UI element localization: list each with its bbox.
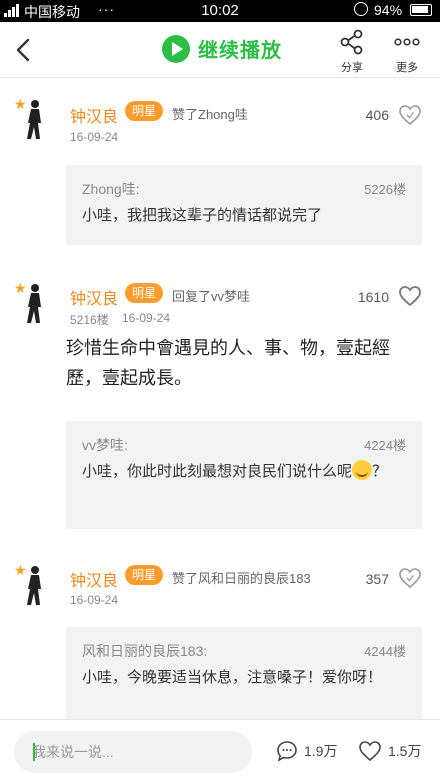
post-floor: 5216楼 (70, 313, 109, 327)
like-count: 406 (365, 107, 389, 123)
post-date: 16-09-24 (70, 593, 119, 607)
comment-input[interactable] (14, 731, 252, 773)
share-button[interactable]: 分享 (332, 28, 372, 75)
more-button[interactable]: 更多 (387, 28, 427, 75)
quote-text: 小哇，我把我这辈子的情话都说完了 (82, 207, 323, 224)
quote-author[interactable]: vv梦哇: (82, 435, 128, 455)
star-badge-icon: ★ (14, 96, 27, 112)
more-icon (394, 38, 420, 46)
quote-text: 小哇，你此时此刻最想对良民们说什么呢 (82, 463, 353, 480)
battery-icon (410, 4, 432, 16)
share-icon (340, 29, 363, 55)
action-text: 赞了风和日丽的良辰183 (172, 571, 311, 586)
quoted-comment[interactable]: vv梦哇: 4224楼 小哇，你此时此刻最想对良民们说什么呢 ？ (66, 421, 422, 529)
user-name[interactable]: 钟汉良 (70, 103, 118, 127)
text-cursor (33, 743, 35, 761)
star-badge-icon: ★ (14, 562, 27, 578)
heart-icon[interactable] (398, 567, 422, 589)
quote-floor: 4244楼 (364, 644, 406, 659)
chevron-left-icon[interactable] (12, 36, 36, 64)
quote-text: 小哇，今晚要适当休息，注意嗓子！爱你呀！ (82, 669, 383, 686)
celebrity-tag: 明星 (125, 101, 164, 121)
celebrity-tag: 明星 (125, 283, 164, 303)
heart-icon (359, 741, 381, 762)
comment-bubble-icon (277, 741, 297, 762)
quote-floor: 5226楼 (364, 182, 406, 197)
quoted-comment[interactable]: 风和日丽的良辰183: 4244楼 小哇，今晚要适当休息，注意嗓子！爱你呀！ (66, 627, 422, 719)
list-item: ★ 钟汉良 明星 赞了风和日丽的良辰183 16-09-24 357 风和日丽的… (0, 545, 440, 719)
bottom-bar: 1.9万 1.5万 (0, 719, 440, 782)
action-text: 回复了vv梦哇 (172, 289, 251, 304)
post-date: 16-09-24 (70, 130, 119, 144)
quote-text-container: 小哇，你此时此刻最想对良民们说什么呢 ？ (82, 459, 406, 485)
quoted-comment[interactable]: Zhong哇: 5226楼 小哇，我把我这辈子的情话都说完了 (66, 165, 422, 245)
continue-play-button[interactable]: 继续播放 (162, 34, 282, 63)
smile-emoji-icon (352, 460, 373, 480)
star-badge-icon: ★ (14, 280, 27, 296)
quote-author[interactable]: 风和日丽的良辰183: (82, 641, 207, 661)
like-count: 1610 (357, 289, 389, 305)
post-date: 16-09-24 (122, 311, 171, 325)
post-text: 珍惜生命中會遇見的人、事、物，壹起經歷，壹起成長。 (66, 338, 390, 388)
user-name[interactable]: 钟汉良 (70, 285, 118, 309)
like-total-count: 1.5万 (388, 743, 422, 759)
comment-count: 1.9万 (304, 743, 338, 759)
continue-play-label: 继续播放 (198, 40, 282, 62)
list-item: ★ 钟汉良 明星 赞了Zhong哇 16-09-24 406 Zhong哇: 5… (0, 79, 440, 259)
play-icon (162, 34, 190, 63)
avatar[interactable]: ★ (14, 281, 54, 325)
heart-icon[interactable] (398, 285, 422, 307)
list-item: ★ 钟汉良 明星 回复了vv梦哇 5216楼 16-09-24 1610 珍惜生… (0, 265, 440, 545)
share-label: 分享 (341, 62, 363, 74)
user-name[interactable]: 钟汉良 (70, 567, 118, 591)
battery-percent: 94% (374, 2, 403, 18)
alarm-icon (354, 2, 368, 16)
quote-text-tail: ？ (372, 463, 388, 480)
quote-floor: 4224楼 (364, 438, 406, 453)
comments-button[interactable]: 1.9万 (276, 740, 337, 762)
like-count: 357 (365, 571, 389, 587)
celebrity-tag: 明星 (125, 565, 164, 585)
avatar[interactable]: ★ (14, 97, 54, 141)
activity-feed[interactable]: ★ 钟汉良 明星 赞了Zhong哇 16-09-24 406 Zhong哇: 5… (0, 79, 440, 719)
action-text: 赞了Zhong哇 (172, 107, 248, 122)
heart-icon[interactable] (398, 104, 422, 126)
avatar[interactable]: ★ (14, 563, 54, 607)
like-button[interactable]: 1.5万 (358, 740, 421, 762)
more-label: 更多 (396, 62, 418, 74)
quote-author[interactable]: Zhong哇: (82, 179, 140, 199)
status-bar: 中国移动 ··· 10:02 94% (0, 0, 440, 22)
nav-bar: 继续播放 分享 更多 (0, 22, 440, 78)
